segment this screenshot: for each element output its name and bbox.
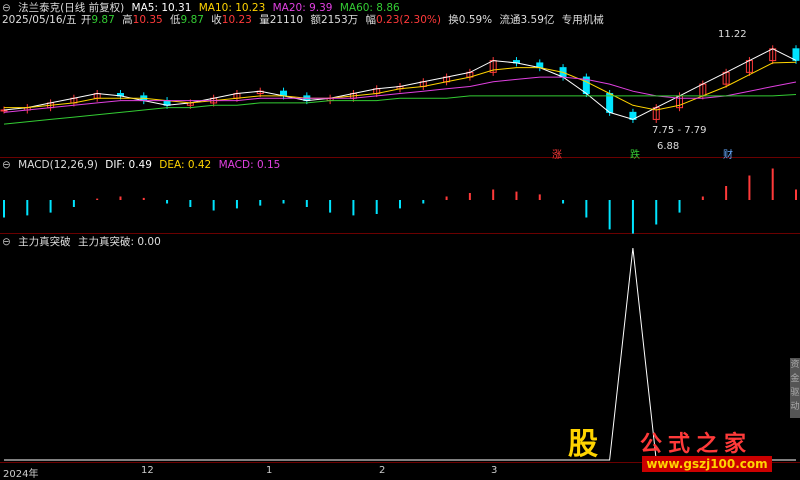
candle-body (792, 48, 800, 61)
tag-fin[interactable]: 财 (723, 146, 733, 161)
high-annotation: 11.22 (718, 29, 747, 40)
watermark-logo: 股 (568, 427, 598, 462)
side-char: 驱 (790, 388, 800, 398)
range-annotation: 7.75 - 7.79 (652, 125, 707, 136)
side-char: 资 (790, 360, 800, 370)
side-char: 动 (790, 402, 800, 412)
tag-down[interactable]: 跌 (630, 146, 640, 161)
x-tick-year: 2024年 (3, 469, 39, 480)
watermark-site-name: 公式之家 (640, 431, 753, 457)
x-tick-feb: 2 (379, 465, 386, 476)
ma-line-ma60 (3, 94, 797, 125)
x-tick-dec: 12 (141, 465, 154, 476)
watermark-url: www.gszj100.com (642, 456, 772, 472)
x-tick-jan: 1 (266, 465, 273, 476)
side-char: 金 (790, 374, 800, 384)
stock-chart (0, 45, 800, 461)
side-panel-tab[interactable]: 资 金 驱 动 (790, 358, 800, 418)
tag-up[interactable]: 涨 (552, 146, 562, 161)
low-annotation: 6.88 (657, 141, 680, 152)
x-tick-mar: 3 (491, 465, 498, 476)
